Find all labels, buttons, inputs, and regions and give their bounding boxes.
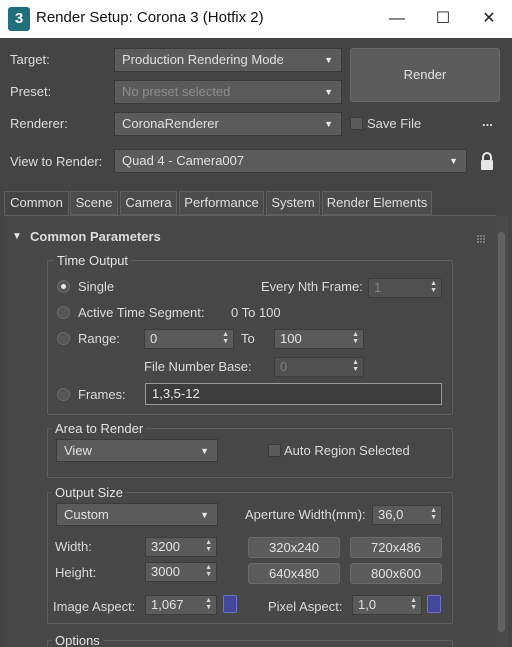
tab-performance[interactable]: Performance [179, 191, 264, 215]
frames-label: Frames: [78, 387, 126, 402]
preset-720x486-button[interactable]: 720x486 [350, 537, 442, 558]
area-mode-value: View [64, 443, 92, 458]
frames-radio[interactable] [57, 388, 70, 401]
spinner-arrows-icon[interactable]: ▲ ▼ [352, 359, 359, 373]
rollout-title[interactable]: Common Parameters [30, 229, 161, 244]
options-title: Options [52, 633, 103, 647]
tab-common[interactable]: Common [4, 191, 69, 216]
output-size-preset-value: Custom [64, 507, 109, 522]
tab-scene[interactable]: Scene [70, 191, 118, 215]
image-aspect-lock-icon[interactable] [223, 595, 237, 613]
range-label: Range: [78, 331, 120, 346]
chevron-down-icon: ▼ [324, 87, 333, 97]
renderer-label: Renderer: [10, 116, 68, 131]
chevron-down-icon: ▼ [200, 510, 209, 520]
output-size-preset-dropdown[interactable]: Custom ▼ [56, 503, 218, 526]
spinner-arrows-icon[interactable]: ▲ ▼ [430, 280, 437, 294]
area-to-render-title: Area to Render [52, 421, 147, 436]
spinner-arrows-icon[interactable]: ▲ ▼ [430, 507, 437, 521]
width-spinner[interactable]: 3200 ▲ ▼ [145, 537, 217, 557]
app-icon: 3 [8, 7, 30, 31]
pixel-aspect-lock-icon[interactable] [427, 595, 441, 613]
tab-render-elements[interactable]: Render Elements [322, 191, 432, 215]
tab-system[interactable]: System [266, 191, 320, 215]
preset-320x240-button[interactable]: 320x240 [248, 537, 340, 558]
preset-value: No preset selected [122, 84, 231, 99]
range-to-spinner[interactable]: 100 ▲ ▼ [274, 329, 364, 349]
frames-input[interactable]: 1,3,5-12 [145, 383, 442, 405]
preset-dropdown[interactable]: No preset selected ▼ [114, 80, 342, 104]
image-aspect-spinner[interactable]: 1,067 ▲ ▼ [145, 595, 217, 615]
time-output-title: Time Output [54, 253, 132, 268]
chevron-down-icon: ▼ [449, 156, 458, 166]
preset-640x480-button[interactable]: 640x480 [248, 563, 340, 584]
target-value: Production Rendering Mode [122, 52, 284, 67]
pixel-aspect-label: Pixel Aspect: [268, 599, 343, 614]
range-to-label: To [241, 331, 255, 346]
target-dropdown[interactable]: Production Rendering Mode ▼ [114, 48, 342, 72]
tab-camera[interactable]: Camera [120, 191, 177, 215]
area-mode-dropdown[interactable]: View ▼ [56, 439, 218, 462]
collapse-icon[interactable]: ▼ [12, 231, 22, 242]
render-button[interactable]: Render [350, 48, 500, 102]
height-label: Height: [55, 565, 97, 580]
rollout-grip-icon[interactable] [477, 231, 485, 243]
range-from-spinner[interactable]: 0 ▲ ▼ [144, 329, 234, 349]
lock-icon[interactable] [480, 151, 494, 171]
spinner-arrows-icon[interactable]: ▲ ▼ [222, 331, 229, 345]
preset-800x600-button[interactable]: 800x600 [350, 563, 442, 584]
view-to-render-label: View to Render: [10, 154, 103, 169]
chevron-down-icon: ▼ [324, 119, 333, 129]
height-spinner[interactable]: 3000 ▲ ▼ [145, 562, 217, 582]
renderer-value: CoronaRenderer [122, 116, 219, 131]
aperture-width-label: Aperture Width(mm): [245, 507, 366, 522]
spinner-arrows-icon[interactable]: ▲ ▼ [410, 597, 417, 611]
more-options-button[interactable]: ... [482, 114, 493, 129]
every-nth-frame-label: Every Nth Frame: [261, 279, 363, 294]
chevron-down-icon: ▼ [324, 55, 333, 65]
options-group [47, 640, 453, 647]
title-bar: 3 Render Setup: Corona 3 (Hotfix 2) — ☐ … [0, 0, 512, 38]
spinner-arrows-icon[interactable]: ▲ ▼ [352, 331, 359, 345]
single-label: Single [78, 279, 115, 294]
spinner-arrows-icon[interactable]: ▲ ▼ [205, 539, 212, 553]
minimize-button[interactable]: — [374, 0, 420, 38]
save-file-checkbox[interactable] [350, 117, 363, 130]
file-number-base-label: File Number Base: [144, 359, 252, 374]
auto-region-checkbox[interactable] [268, 444, 281, 457]
spinner-arrows-icon[interactable]: ▲ ▼ [205, 564, 212, 578]
width-label: Width: [55, 539, 92, 554]
active-time-segment-label: Active Time Segment: [78, 305, 205, 320]
panel-scrollbar-thumb[interactable] [498, 232, 505, 632]
target-label: Target: [10, 52, 50, 67]
view-to-render-value: Quad 4 - Camera007 [122, 153, 245, 168]
image-aspect-label: Image Aspect: [53, 599, 136, 614]
active-time-segment-value: 0 To 100 [231, 305, 281, 320]
pixel-aspect-spinner[interactable]: 1,0 ▲ ▼ [352, 595, 422, 615]
file-number-base-spinner[interactable]: 0 ▲ ▼ [274, 357, 364, 377]
window-title: Render Setup: Corona 3 (Hotfix 2) [36, 9, 264, 26]
every-nth-frame-spinner[interactable]: 1 ▲ ▼ [368, 278, 442, 298]
range-radio[interactable] [57, 332, 70, 345]
auto-region-label: Auto Region Selected [284, 443, 410, 458]
chevron-down-icon: ▼ [200, 446, 209, 456]
close-button[interactable]: ✕ [466, 0, 512, 38]
single-radio[interactable] [57, 280, 70, 293]
aperture-width-spinner[interactable]: 36,0 ▲ ▼ [372, 505, 442, 525]
renderer-dropdown[interactable]: CoronaRenderer ▼ [114, 112, 342, 136]
view-to-render-dropdown[interactable]: Quad 4 - Camera007 ▼ [114, 149, 467, 173]
spinner-arrows-icon[interactable]: ▲ ▼ [205, 597, 212, 611]
output-size-title: Output Size [52, 485, 126, 500]
preset-label: Preset: [10, 84, 52, 99]
save-file-label: Save File [367, 116, 422, 131]
maximize-button[interactable]: ☐ [420, 0, 466, 38]
active-time-segment-radio[interactable] [57, 306, 70, 319]
